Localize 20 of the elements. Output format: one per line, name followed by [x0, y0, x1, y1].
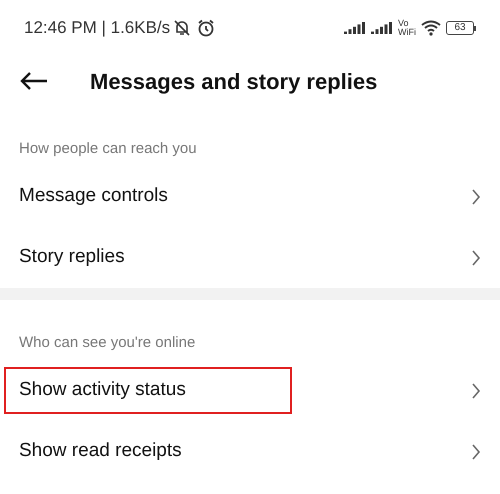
settings-row[interactable]: Story replies [0, 227, 500, 288]
signal-icon [371, 22, 393, 34]
page-title: Messages and story replies [90, 68, 378, 96]
volte-label: Vo [398, 19, 410, 28]
chevron-right-icon [471, 248, 481, 266]
signal-icon [344, 22, 366, 34]
alarm-icon [196, 18, 216, 38]
chevron-right-icon [471, 188, 481, 206]
section-header: Who can see you're online [19, 332, 196, 352]
wifi-icon [421, 20, 441, 36]
settings-row[interactable]: Show activity status [0, 360, 500, 421]
chevron-right-icon [471, 442, 481, 460]
wifi-label: WiFi [398, 28, 416, 37]
settings-row[interactable]: Show read receipts [0, 421, 500, 482]
battery-indicator: 63 [446, 21, 476, 35]
settings-row[interactable]: Message controls [0, 166, 500, 227]
status-time: 12:46 PM | 1.6KB/s [24, 17, 170, 40]
section-header: How people can reach you [19, 138, 197, 158]
chevron-right-icon [471, 382, 481, 400]
muted-bell-icon [172, 18, 192, 38]
